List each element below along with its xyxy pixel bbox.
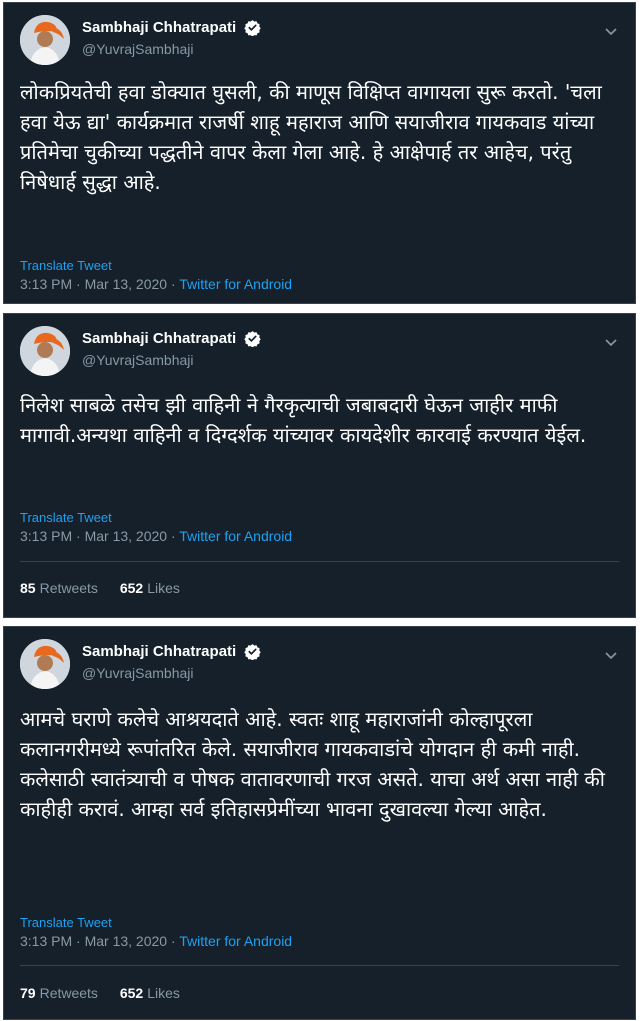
author-name[interactable]: Sambhaji Chhatrapati	[82, 643, 236, 660]
avatar[interactable]	[20, 15, 70, 65]
timestamp[interactable]: 3:13 PM · Mar 13, 2020 ·	[20, 933, 179, 949]
verified-badge-icon	[244, 19, 262, 37]
verified-badge-icon	[244, 643, 262, 661]
source-link[interactable]: Twitter for Android	[179, 528, 292, 544]
tweet-meta: 3:13 PM · Mar 13, 2020 · Twitter for And…	[20, 528, 292, 544]
author-block: Sambhaji Chhatrapati @YuvrajSambhaji	[82, 641, 262, 681]
author-handle[interactable]: @YuvrajSambhaji	[82, 665, 261, 681]
retweets-label: Retweets	[39, 985, 98, 1001]
tweet-card[interactable]: Sambhaji Chhatrapati @YuvrajSambhaji लोक…	[3, 2, 636, 304]
tweet-text: आमचे घराणे कलेचे आश्रयदाते आहे. स्वतः शा…	[20, 707, 605, 821]
divider	[20, 965, 619, 966]
author-handle[interactable]: @YuvrajSambhaji	[82, 41, 261, 57]
tweet-meta: 3:13 PM · Mar 13, 2020 · Twitter for And…	[20, 276, 292, 292]
tweet-text: निलेश साबळे तसेच झी वाहिनी ने गैरकृत्याच…	[20, 393, 587, 447]
timestamp[interactable]: 3:13 PM · Mar 13, 2020 ·	[20, 528, 179, 544]
avatar[interactable]	[20, 326, 70, 376]
author-handle[interactable]: @YuvrajSambhaji	[82, 352, 261, 368]
likes-stat[interactable]: 652 Likes	[120, 580, 180, 596]
author-block: Sambhaji Chhatrapati @YuvrajSambhaji	[82, 328, 262, 368]
tweet-card[interactable]: Sambhaji Chhatrapati @YuvrajSambhaji आमच…	[3, 626, 636, 1020]
verified-badge-icon	[244, 330, 262, 348]
tweet-meta: 3:13 PM · Mar 13, 2020 · Twitter for And…	[20, 933, 292, 949]
tweet-header: Sambhaji Chhatrapati @YuvrajSambhaji	[20, 13, 619, 69]
retweets-stat[interactable]: 85 Retweets	[20, 580, 98, 596]
retweets-stat[interactable]: 79 Retweets	[20, 985, 98, 1001]
chevron-down-icon[interactable]	[603, 647, 619, 663]
author-name[interactable]: Sambhaji Chhatrapati	[82, 19, 236, 36]
source-link[interactable]: Twitter for Android	[179, 933, 292, 949]
retweets-count: 79	[20, 985, 36, 1001]
likes-count: 652	[119, 580, 144, 596]
tweet-header: Sambhaji Chhatrapati @YuvrajSambhaji	[20, 637, 619, 693]
avatar[interactable]	[20, 639, 70, 689]
translate-tweet-link[interactable]: Translate Tweet	[20, 915, 112, 930]
translate-tweet-link[interactable]: Translate Tweet	[20, 510, 112, 525]
likes-label: Likes	[147, 985, 180, 1001]
divider	[20, 561, 619, 562]
retweets-count: 85	[20, 580, 36, 596]
engagement-stats: 79 Retweets 652 Likes	[20, 985, 198, 1001]
source-link[interactable]: Twitter for Android	[179, 276, 292, 292]
tweet-text: लोकप्रियतेची हवा डोक्यात घुसली, की माणूस…	[20, 80, 602, 194]
author-name[interactable]: Sambhaji Chhatrapati	[82, 330, 236, 347]
timestamp[interactable]: 3:13 PM · Mar 13, 2020 ·	[20, 276, 179, 292]
likes-stat[interactable]: 652 Likes	[120, 985, 180, 1001]
likes-label: Likes	[147, 580, 180, 596]
tweet-header: Sambhaji Chhatrapati @YuvrajSambhaji	[20, 324, 619, 380]
chevron-down-icon[interactable]	[603, 334, 619, 350]
translate-tweet-link[interactable]: Translate Tweet	[20, 258, 112, 273]
author-block: Sambhaji Chhatrapati @YuvrajSambhaji	[82, 17, 262, 57]
tweet-card[interactable]: Sambhaji Chhatrapati @YuvrajSambhaji निल…	[3, 313, 636, 618]
engagement-stats: 85 Retweets 652 Likes	[20, 580, 198, 596]
likes-count: 652	[119, 985, 144, 1001]
retweets-label: Retweets	[39, 580, 98, 596]
chevron-down-icon[interactable]	[603, 23, 619, 39]
